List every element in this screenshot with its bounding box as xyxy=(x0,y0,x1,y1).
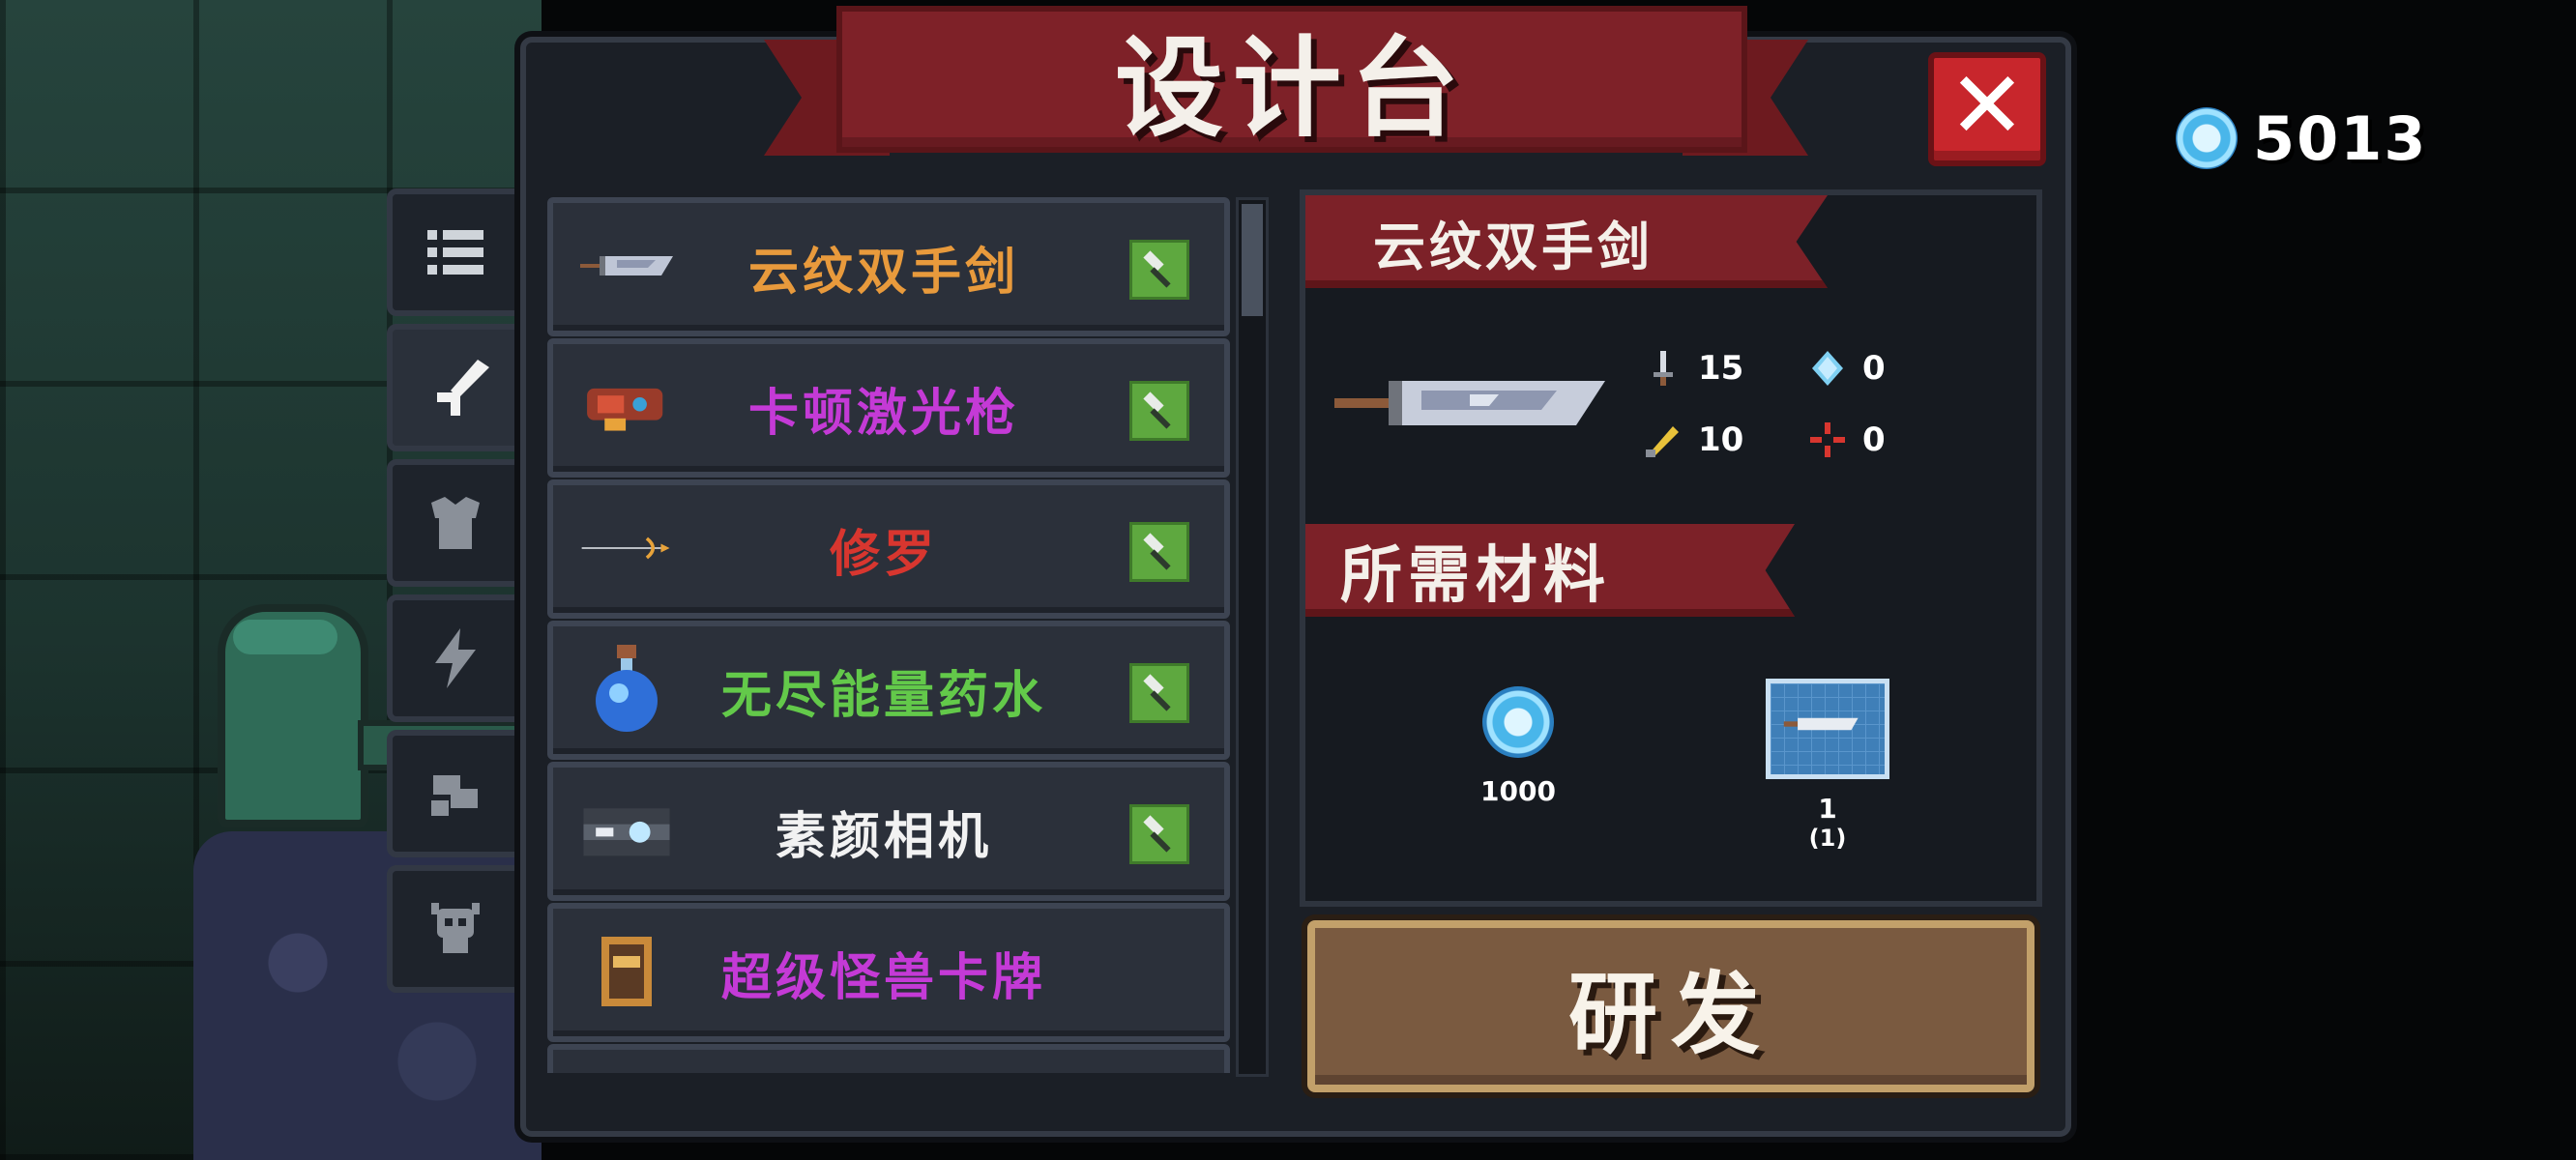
bow-icon xyxy=(578,507,675,590)
item-name: 修罗 xyxy=(829,525,938,584)
title-banner: 设计台 xyxy=(764,6,1808,160)
precision-value: 0 xyxy=(1862,420,1886,459)
blueprint-list: 云纹双手剑 卡顿激光枪 修罗 无尽能量药水 素颜相机 超级怪兽卡牌 xyxy=(547,193,1234,1073)
materials-title: 所需材料 xyxy=(1340,540,1611,612)
greatsword-icon xyxy=(1334,381,1605,425)
list-item[interactable]: 云纹双手剑 xyxy=(547,197,1230,336)
item-name: 卡顿激光枪 xyxy=(747,384,1019,443)
gem-amount: 5013 xyxy=(2253,102,2428,174)
damage-value: 15 xyxy=(1698,349,1744,388)
energy-crystal-icon xyxy=(1812,351,1843,386)
list-item[interactable]: 修罗 xyxy=(547,479,1230,619)
weapon-icon xyxy=(437,360,489,416)
laser-gun-icon xyxy=(578,365,675,449)
hammer-icon[interactable] xyxy=(1129,522,1189,582)
greatsword-icon xyxy=(578,224,675,307)
material-count: 1 xyxy=(1818,793,1837,825)
blue-gem-icon xyxy=(2176,107,2238,169)
item-name: 超级怪兽卡牌 xyxy=(720,948,1046,1007)
dialog-title: 设计台 xyxy=(1115,26,1469,152)
research-label: 研发 xyxy=(1567,962,1773,1066)
list-item[interactable]: 无尽能量药水 xyxy=(547,621,1230,760)
precision-stat: 0 xyxy=(1808,416,1886,464)
sword-icon xyxy=(1654,351,1673,386)
item-name: 素颜相机 xyxy=(775,807,992,866)
energy-value: 0 xyxy=(1862,349,1886,388)
hammer-icon[interactable] xyxy=(1129,381,1189,441)
list-item[interactable]: 素颜相机 xyxy=(547,762,1230,901)
crosshair-icon xyxy=(1810,422,1845,457)
detail-name-ribbon: 云纹双手剑 xyxy=(1305,195,1828,288)
lightning-icon xyxy=(435,628,476,688)
crit-icon xyxy=(1646,426,1679,457)
tab-armor[interactable] xyxy=(387,459,524,587)
research-button[interactable]: 研发 xyxy=(1307,920,2034,1092)
detail-item-name: 云纹双手剑 xyxy=(1373,216,1654,277)
hammer-icon[interactable] xyxy=(1129,240,1189,300)
material-gems: 1000 xyxy=(1460,686,1576,807)
material-blueprint: 1 (1) xyxy=(1760,679,1895,852)
gem-counter: 5013 xyxy=(2176,102,2428,174)
item-name: 云纹双手剑 xyxy=(747,243,1019,302)
robot-icon xyxy=(431,775,478,816)
green-tank xyxy=(218,604,368,827)
material-owned: (1) xyxy=(1808,825,1847,852)
card-icon xyxy=(578,930,675,1013)
energy-stat: 0 xyxy=(1808,344,1886,392)
camera-icon xyxy=(578,789,675,872)
armor-icon xyxy=(431,497,480,549)
monster-icon xyxy=(431,903,480,953)
list-scrollbar[interactable] xyxy=(1236,197,1269,1077)
potion-icon xyxy=(578,645,675,732)
close-icon: ✕ xyxy=(1947,51,2027,160)
tab-skills[interactable] xyxy=(387,594,524,722)
tab-pets[interactable] xyxy=(387,730,524,857)
tab-monsters[interactable] xyxy=(387,865,524,993)
crit-stat: 10 xyxy=(1644,416,1743,464)
hammer-icon[interactable] xyxy=(1129,663,1189,723)
close-button[interactable]: ✕ xyxy=(1928,52,2046,166)
list-icon xyxy=(427,230,483,275)
damage-stat: 15 xyxy=(1644,344,1743,392)
blue-gem-icon xyxy=(1482,686,1554,758)
item-name: 无尽能量药水 xyxy=(720,666,1046,725)
tab-weapons[interactable] xyxy=(387,324,540,451)
blueprint-icon xyxy=(1766,679,1889,779)
hammer-icon[interactable] xyxy=(1129,804,1189,864)
materials-ribbon: 所需材料 xyxy=(1305,524,1795,617)
list-item[interactable] xyxy=(547,1044,1230,1073)
item-detail-panel: 云纹双手剑 15 0 10 0 所需材料 1000 1 (1) xyxy=(1300,189,2042,907)
crit-value: 10 xyxy=(1698,420,1744,459)
list-item[interactable]: 卡顿激光枪 xyxy=(547,338,1230,478)
scroll-thumb[interactable] xyxy=(1242,204,1263,316)
list-item[interactable]: 超级怪兽卡牌 xyxy=(547,903,1230,1042)
tab-list[interactable] xyxy=(387,188,524,316)
material-count: 1000 xyxy=(1480,775,1556,807)
